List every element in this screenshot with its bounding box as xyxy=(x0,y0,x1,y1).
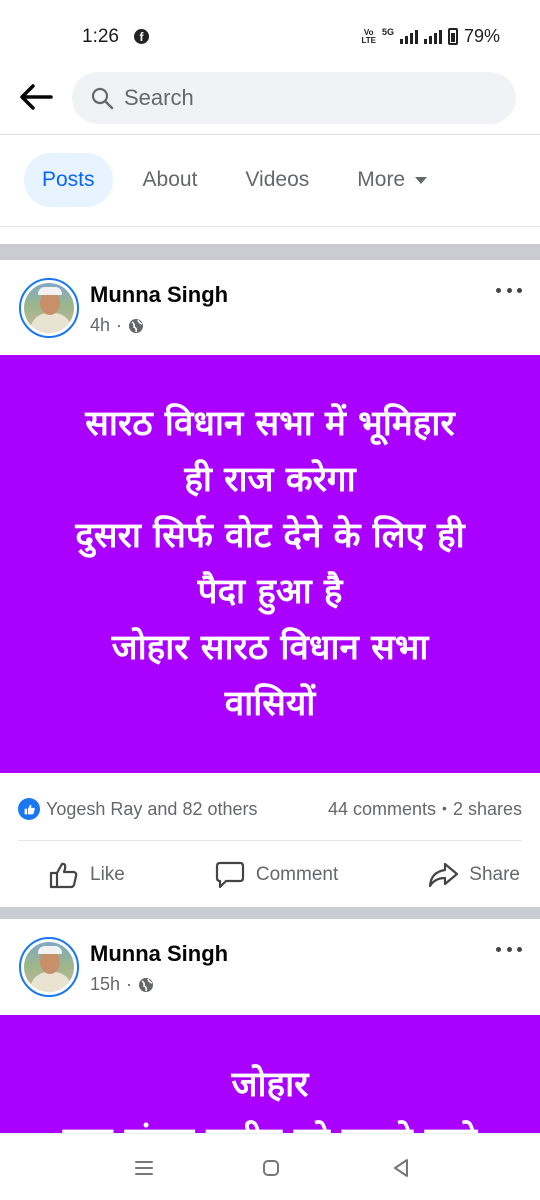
globe-icon xyxy=(129,318,144,333)
shares-count[interactable]: 2 shares xyxy=(453,799,522,820)
signal-icon xyxy=(399,29,418,44)
network-label: 5G xyxy=(381,26,394,37)
meta-separator: · xyxy=(126,974,133,994)
post-separator xyxy=(0,907,540,919)
share-button[interactable]: Share xyxy=(427,848,520,902)
more-dots-icon[interactable] xyxy=(496,944,522,954)
volte-icon: Vo LTE xyxy=(361,27,376,45)
actions-divider xyxy=(18,840,522,841)
avatar[interactable] xyxy=(19,278,79,338)
comment-button[interactable]: Comment xyxy=(214,848,338,902)
engagement-counts: 44 comments • 2 shares xyxy=(328,799,522,820)
header-divider xyxy=(0,134,540,135)
post-text: जोहार जल जंगल जमीन को बचाने वाले xyxy=(63,1065,477,1133)
tab-posts-label: Posts xyxy=(42,168,95,191)
like-icon xyxy=(49,862,78,889)
like-button[interactable]: Like xyxy=(48,848,125,902)
back-icon[interactable] xyxy=(389,1156,413,1180)
avatar-photo xyxy=(24,283,74,333)
search-icon xyxy=(91,87,114,110)
tab-about[interactable]: About xyxy=(125,153,216,207)
globe-icon xyxy=(139,977,154,992)
reactions-row: Yogesh Ray and 82 others 44 comments • 2… xyxy=(18,797,522,821)
meta-separator: · xyxy=(116,315,123,335)
search-input[interactable] xyxy=(124,72,484,124)
back-arrow-icon[interactable] xyxy=(18,82,54,112)
post-time[interactable]: 4h xyxy=(90,315,110,336)
share-label: Share xyxy=(469,864,520,885)
section-separator xyxy=(0,244,540,260)
comment-label: Comment xyxy=(255,864,339,885)
search-header xyxy=(0,72,540,134)
tab-about-label: About xyxy=(142,168,198,191)
share-icon xyxy=(429,862,459,888)
post-author[interactable]: Munna Singh xyxy=(90,282,228,308)
system-nav-bar xyxy=(0,1133,540,1200)
tab-videos[interactable]: Videos xyxy=(227,153,327,207)
status-time: 1:26 xyxy=(82,26,119,47)
count-separator: • xyxy=(442,799,447,816)
reactions-summary[interactable]: Yogesh Ray and 82 others xyxy=(18,798,258,820)
post-text-banner: सारठ विधान सभा में भूमिहार ही राज करेगा … xyxy=(0,355,540,773)
avatar-photo xyxy=(24,942,74,992)
search-box[interactable] xyxy=(72,72,516,124)
screen: 1:26 f Vo LTE 5G 79% Posts About Videos … xyxy=(0,0,540,1200)
post-text: सारठ विधान सभा में भूमिहार ही राज करेगा … xyxy=(75,404,465,724)
tab-videos-label: Videos xyxy=(245,168,310,191)
comment-icon xyxy=(215,861,244,889)
reactions-text: Yogesh Ray and 82 others xyxy=(46,798,258,819)
post-card: Munna Singh 15h · जोहार जल जंगल जमीन को … xyxy=(0,919,540,1133)
tabs-divider xyxy=(0,226,540,227)
post-actions: Like Comment Share xyxy=(0,848,540,902)
signal-icon-2 xyxy=(423,29,442,44)
home-icon[interactable] xyxy=(259,1156,283,1180)
comments-count[interactable]: 44 comments xyxy=(328,799,436,820)
profile-tabs: Posts About Videos More xyxy=(24,153,457,207)
post-meta: 15h · xyxy=(90,974,154,995)
status-bar: 1:26 f Vo LTE 5G 79% xyxy=(0,0,540,72)
post-author[interactable]: Munna Singh xyxy=(90,941,228,967)
tab-more[interactable]: More xyxy=(339,153,445,207)
battery-icon xyxy=(447,28,458,45)
caret-down-icon xyxy=(415,176,428,184)
battery-percent: 79% xyxy=(463,26,500,46)
recent-apps-icon[interactable] xyxy=(132,1156,156,1180)
tab-posts[interactable]: Posts xyxy=(24,153,113,207)
like-label: Like xyxy=(90,864,125,885)
avatar[interactable] xyxy=(19,937,79,997)
post-text-banner: जोहार जल जंगल जमीन को बचाने वाले xyxy=(0,1015,540,1133)
post-time[interactable]: 15h xyxy=(90,974,120,995)
like-reaction-icon xyxy=(18,798,40,820)
tab-more-label: More xyxy=(357,168,406,191)
facebook-notification-icon: f xyxy=(134,29,149,44)
status-icons: Vo LTE 5G 79% xyxy=(361,26,500,47)
more-dots-icon[interactable] xyxy=(496,285,522,295)
post-meta: 4h · xyxy=(90,315,144,336)
